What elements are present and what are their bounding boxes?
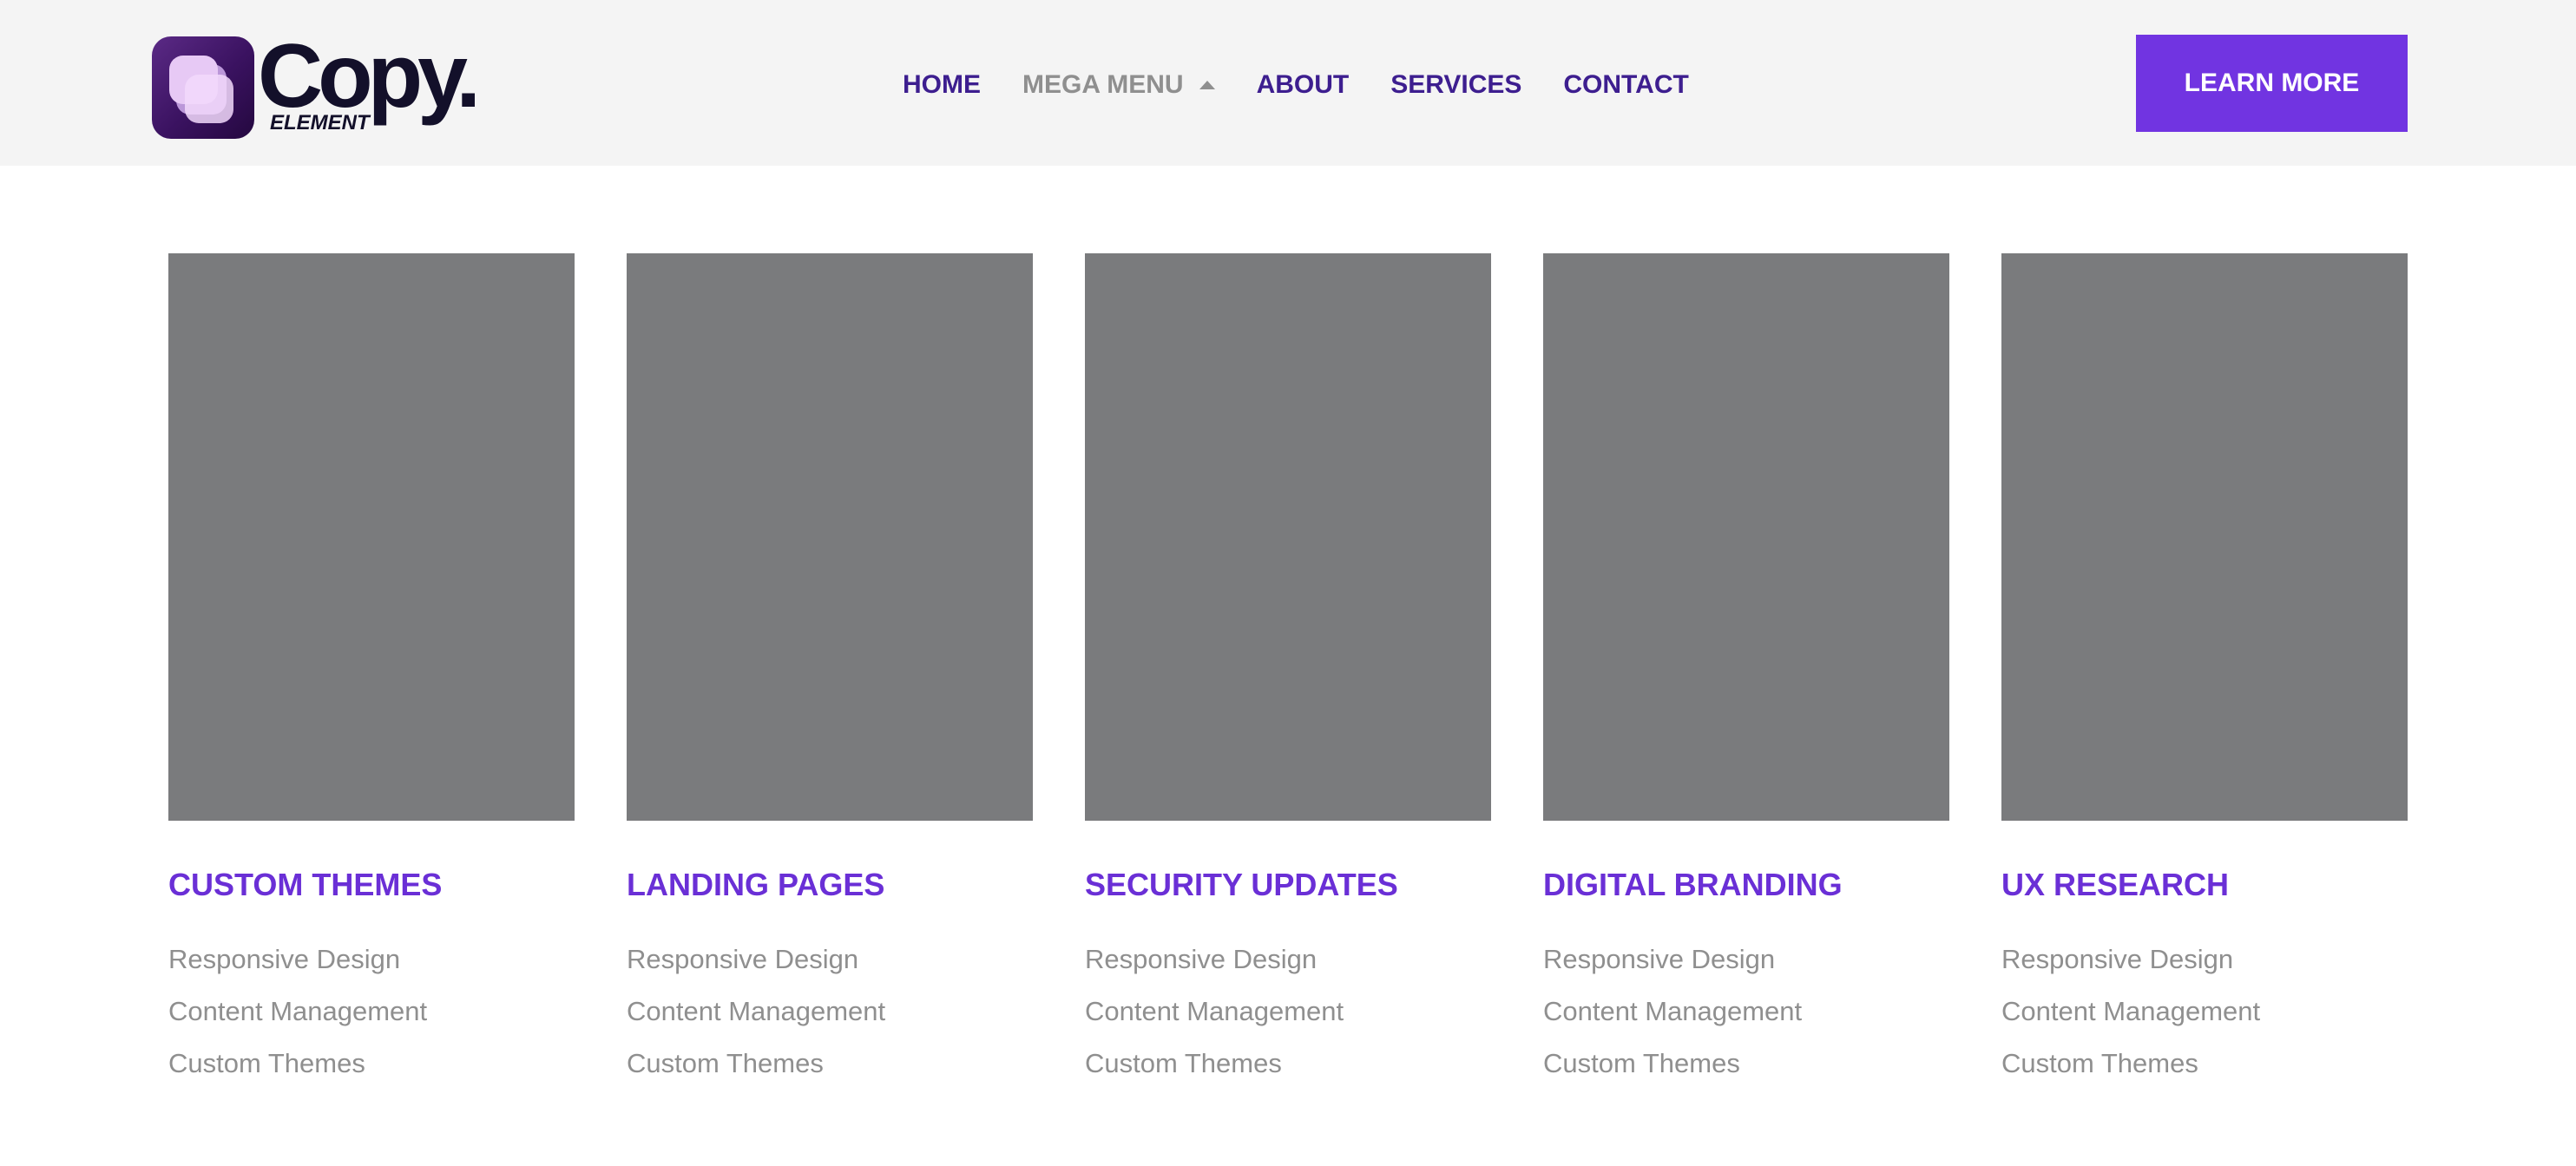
nav-item-label: SERVICES	[1390, 70, 1522, 99]
card-links: Responsive Design Content Management Cus…	[168, 933, 575, 1090]
card-link[interactable]: Content Management	[627, 986, 1033, 1038]
stacked-squares-logo-icon	[152, 36, 254, 139]
nav-item-label: ABOUT	[1256, 70, 1350, 99]
menu-card-security-updates: SECURITY UPDATES Responsive Design Conte…	[1085, 253, 1491, 1090]
menu-card-landing-pages: LANDING PAGES Responsive Design Content …	[627, 253, 1033, 1090]
card-link[interactable]: Responsive Design	[627, 933, 1033, 986]
main-nav: HOME MEGA MENU ABOUT SERVICES CONTACT	[903, 68, 1731, 102]
card-image-placeholder[interactable]	[627, 253, 1033, 821]
card-link[interactable]: Responsive Design	[2001, 933, 2408, 986]
card-link[interactable]: Custom Themes	[1085, 1038, 1491, 1090]
site-logo[interactable]: Copy. ELEMENT	[152, 31, 508, 141]
caret-up-icon	[1199, 81, 1215, 89]
card-link[interactable]: Custom Themes	[2001, 1038, 2408, 1090]
card-title[interactable]: CUSTOM THEMES	[168, 868, 575, 902]
learn-more-button[interactable]: LEARN MORE	[2136, 35, 2408, 132]
card-title[interactable]: SECURITY UPDATES	[1085, 868, 1491, 902]
nav-item-home[interactable]: HOME	[903, 70, 981, 100]
card-link[interactable]: Responsive Design	[1543, 933, 1949, 986]
card-title[interactable]: LANDING PAGES	[627, 868, 1033, 902]
mega-menu-panel: CUSTOM THEMES Responsive Design Content …	[168, 253, 2408, 1090]
logo-wordmark: Copy.	[258, 26, 481, 127]
menu-card-custom-themes: CUSTOM THEMES Responsive Design Content …	[168, 253, 575, 1090]
menu-card-ux-research: UX RESEARCH Responsive Design Content Ma…	[2001, 253, 2408, 1090]
menu-card-digital-branding: DIGITAL BRANDING Responsive Design Conte…	[1543, 253, 1949, 1090]
card-link[interactable]: Custom Themes	[168, 1038, 575, 1090]
card-link[interactable]: Responsive Design	[1085, 933, 1491, 986]
card-link[interactable]: Content Management	[2001, 986, 2408, 1038]
card-links: Responsive Design Content Management Cus…	[2001, 933, 2408, 1090]
card-links: Responsive Design Content Management Cus…	[627, 933, 1033, 1090]
nav-item-label: CONTACT	[1563, 70, 1689, 99]
card-image-placeholder[interactable]	[1085, 253, 1491, 821]
card-title[interactable]: DIGITAL BRANDING	[1543, 868, 1949, 902]
card-link[interactable]: Custom Themes	[627, 1038, 1033, 1090]
card-link[interactable]: Content Management	[168, 986, 575, 1038]
card-links: Responsive Design Content Management Cus…	[1085, 933, 1491, 1090]
nav-item-mega-menu[interactable]: MEGA MENU	[1022, 70, 1215, 100]
logo-subtitle: ELEMENT	[270, 111, 370, 134]
site-header: Copy. ELEMENT HOME MEGA MENU ABOUT SERVI…	[0, 0, 2576, 166]
card-links: Responsive Design Content Management Cus…	[1543, 933, 1949, 1090]
card-image-placeholder[interactable]	[2001, 253, 2408, 821]
card-image-placeholder[interactable]	[168, 253, 575, 821]
nav-item-services[interactable]: SERVICES	[1390, 70, 1521, 100]
card-link[interactable]: Content Management	[1085, 986, 1491, 1038]
card-title[interactable]: UX RESEARCH	[2001, 868, 2408, 902]
card-image-placeholder[interactable]	[1543, 253, 1949, 821]
nav-item-label: MEGA MENU	[1022, 70, 1184, 99]
nav-item-about[interactable]: ABOUT	[1257, 70, 1350, 100]
nav-item-contact[interactable]: CONTACT	[1563, 70, 1688, 100]
card-link[interactable]: Content Management	[1543, 986, 1949, 1038]
nav-item-label: HOME	[903, 70, 981, 99]
card-link[interactable]: Custom Themes	[1543, 1038, 1949, 1090]
card-link[interactable]: Responsive Design	[168, 933, 575, 986]
